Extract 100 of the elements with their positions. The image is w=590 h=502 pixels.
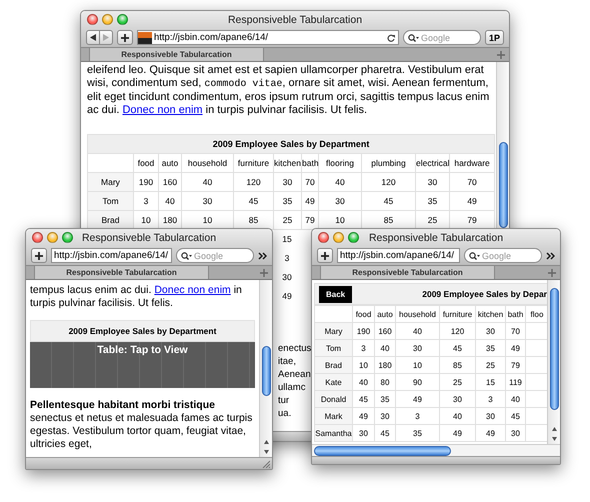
zoom-button[interactable] [62, 232, 73, 243]
zoom-button[interactable] [117, 14, 128, 25]
plus-icon [321, 252, 329, 260]
close-button[interactable] [32, 232, 43, 243]
table-cell: 49 [476, 424, 506, 442]
table-cell: 35 [396, 424, 440, 442]
scrollbar-track[interactable] [496, 62, 509, 230]
table-cell: 30 [182, 192, 234, 210]
table-cell: 45 [362, 192, 416, 210]
table-cell: 45 [374, 424, 396, 442]
back-button[interactable] [86, 30, 100, 45]
row-header: Tom [314, 340, 352, 356]
table-cell: 45 [352, 390, 374, 408]
address-field[interactable]: http://jsbin.com/apane6/14/ [137, 30, 399, 45]
column-header: kitchen [476, 306, 506, 322]
plus-icon [35, 252, 43, 260]
toolbar-button[interactable]: 1P [484, 30, 504, 45]
column-header: bath [506, 306, 526, 322]
table-caption: 2009 Employee Sales by Department [68, 324, 216, 338]
table-cell: 49 [450, 192, 495, 210]
scrollbar-track[interactable] [259, 280, 272, 457]
add-button[interactable] [317, 248, 333, 263]
scroll-thumb[interactable] [498, 142, 508, 228]
close-button[interactable] [318, 232, 329, 243]
browser-tab[interactable]: Responsiveble Tabularcation [320, 266, 495, 279]
scroll-arrows-icon[interactable] [550, 426, 558, 442]
horizontal-scrollbar-track[interactable] [312, 444, 560, 456]
body-text: tur [278, 394, 290, 407]
table-cell-text: 30 [281, 271, 293, 284]
chevron-icon[interactable] [258, 252, 267, 260]
body-paragraph: tempus lacus enim ac dui. Donec non enim in turpis pulvinar facilisis. Ut felis. [30, 284, 243, 310]
browser-tab[interactable]: Responsiveble Tabularcation [34, 266, 209, 279]
table-cell: 120 [362, 172, 416, 192]
table-cell: 35 [476, 340, 506, 356]
body-paragraph: Pellentesque habitant morbi tristique senectus et netus et malesuada fames ac turpis egestas. Vestibulum tortor quam, feugiat vitae, ultricies eget, [30, 399, 254, 451]
column-header: bath [302, 154, 318, 172]
row-header: Brad [314, 356, 352, 374]
column-header: furniture [234, 154, 274, 172]
scrollbar-track[interactable] [547, 280, 560, 444]
scroll-arrows-icon[interactable] [262, 439, 270, 455]
column-header: auto [158, 154, 182, 172]
table-cell: 10 [396, 356, 440, 374]
row-header: Mary [88, 172, 134, 192]
table-cell: 120 [440, 322, 476, 340]
browser-tab[interactable]: Responsiveble Tabularcation [89, 48, 264, 61]
table-cell: 25 [476, 356, 506, 374]
table-caption: 2009 Employee Sales by Department [88, 134, 495, 154]
column-header: household [182, 154, 234, 172]
reload-icon[interactable] [386, 34, 395, 42]
table-cell: 40 [396, 322, 440, 340]
new-tab-icon[interactable] [260, 269, 268, 277]
table-cell: 35 [274, 192, 302, 210]
minimize-button[interactable] [333, 232, 344, 243]
table-cell: 40 [374, 340, 396, 356]
minimize-button[interactable] [47, 232, 58, 243]
address-field[interactable]: http://jsbin.com/apane6/14/ [337, 248, 460, 263]
table-cell: 30 [374, 408, 396, 424]
body-text: itae, [278, 355, 296, 368]
add-button[interactable] [31, 248, 47, 263]
scroll-thumb[interactable] [550, 288, 558, 410]
minimize-button[interactable] [102, 14, 113, 25]
table-cell: 3 [476, 390, 506, 408]
text-link[interactable]: Donec non enim [154, 284, 231, 296]
body-text: ua. [278, 407, 292, 420]
window-title: Responsiveble Tabularcation [228, 14, 362, 26]
text-link[interactable]: Donec non enim [122, 104, 203, 116]
table-cell: 160 [374, 322, 396, 340]
zoom-button[interactable] [348, 232, 359, 243]
tap-to-view-button[interactable]: Table: Tap to View [30, 342, 255, 388]
column-header: auto [374, 306, 396, 322]
address-field[interactable]: http://jsbin.com/apane6/14/ [51, 248, 172, 263]
table-cell: 190 [352, 322, 374, 340]
body-text: Aenean [278, 368, 311, 381]
column-header: plumbing [362, 154, 416, 172]
horizontal-scroll-thumb[interactable] [314, 446, 451, 456]
resize-grip-icon[interactable] [262, 460, 270, 468]
body-text: ullamc [278, 381, 306, 394]
plus-icon [121, 34, 129, 42]
table-cell: 40 [440, 408, 476, 424]
table-cell: 30 [476, 322, 506, 340]
table-cell: 79 [506, 356, 526, 374]
table-cell: 35 [374, 390, 396, 408]
chevron-icon[interactable] [546, 252, 555, 260]
table-cell: 49 [440, 424, 476, 442]
window-title: Responsiveble Tabularcation [368, 232, 504, 244]
close-button[interactable] [87, 14, 98, 25]
back-button[interactable]: Back [319, 286, 352, 302]
row-header: Tom [88, 192, 134, 210]
table-cell: 180 [374, 356, 396, 374]
table-cell: 30 [274, 172, 302, 192]
column-header: furniture [440, 306, 476, 322]
favicon-icon [138, 32, 152, 44]
table-cell: 49 [506, 340, 526, 356]
add-button[interactable] [117, 30, 133, 45]
row-header: Samantha [314, 424, 352, 442]
scroll-thumb[interactable] [262, 346, 270, 396]
new-tab-icon[interactable] [497, 51, 505, 59]
table-cell: 45 [506, 408, 526, 424]
new-tab-icon[interactable] [548, 269, 556, 277]
table-cell: 30 [318, 192, 362, 210]
